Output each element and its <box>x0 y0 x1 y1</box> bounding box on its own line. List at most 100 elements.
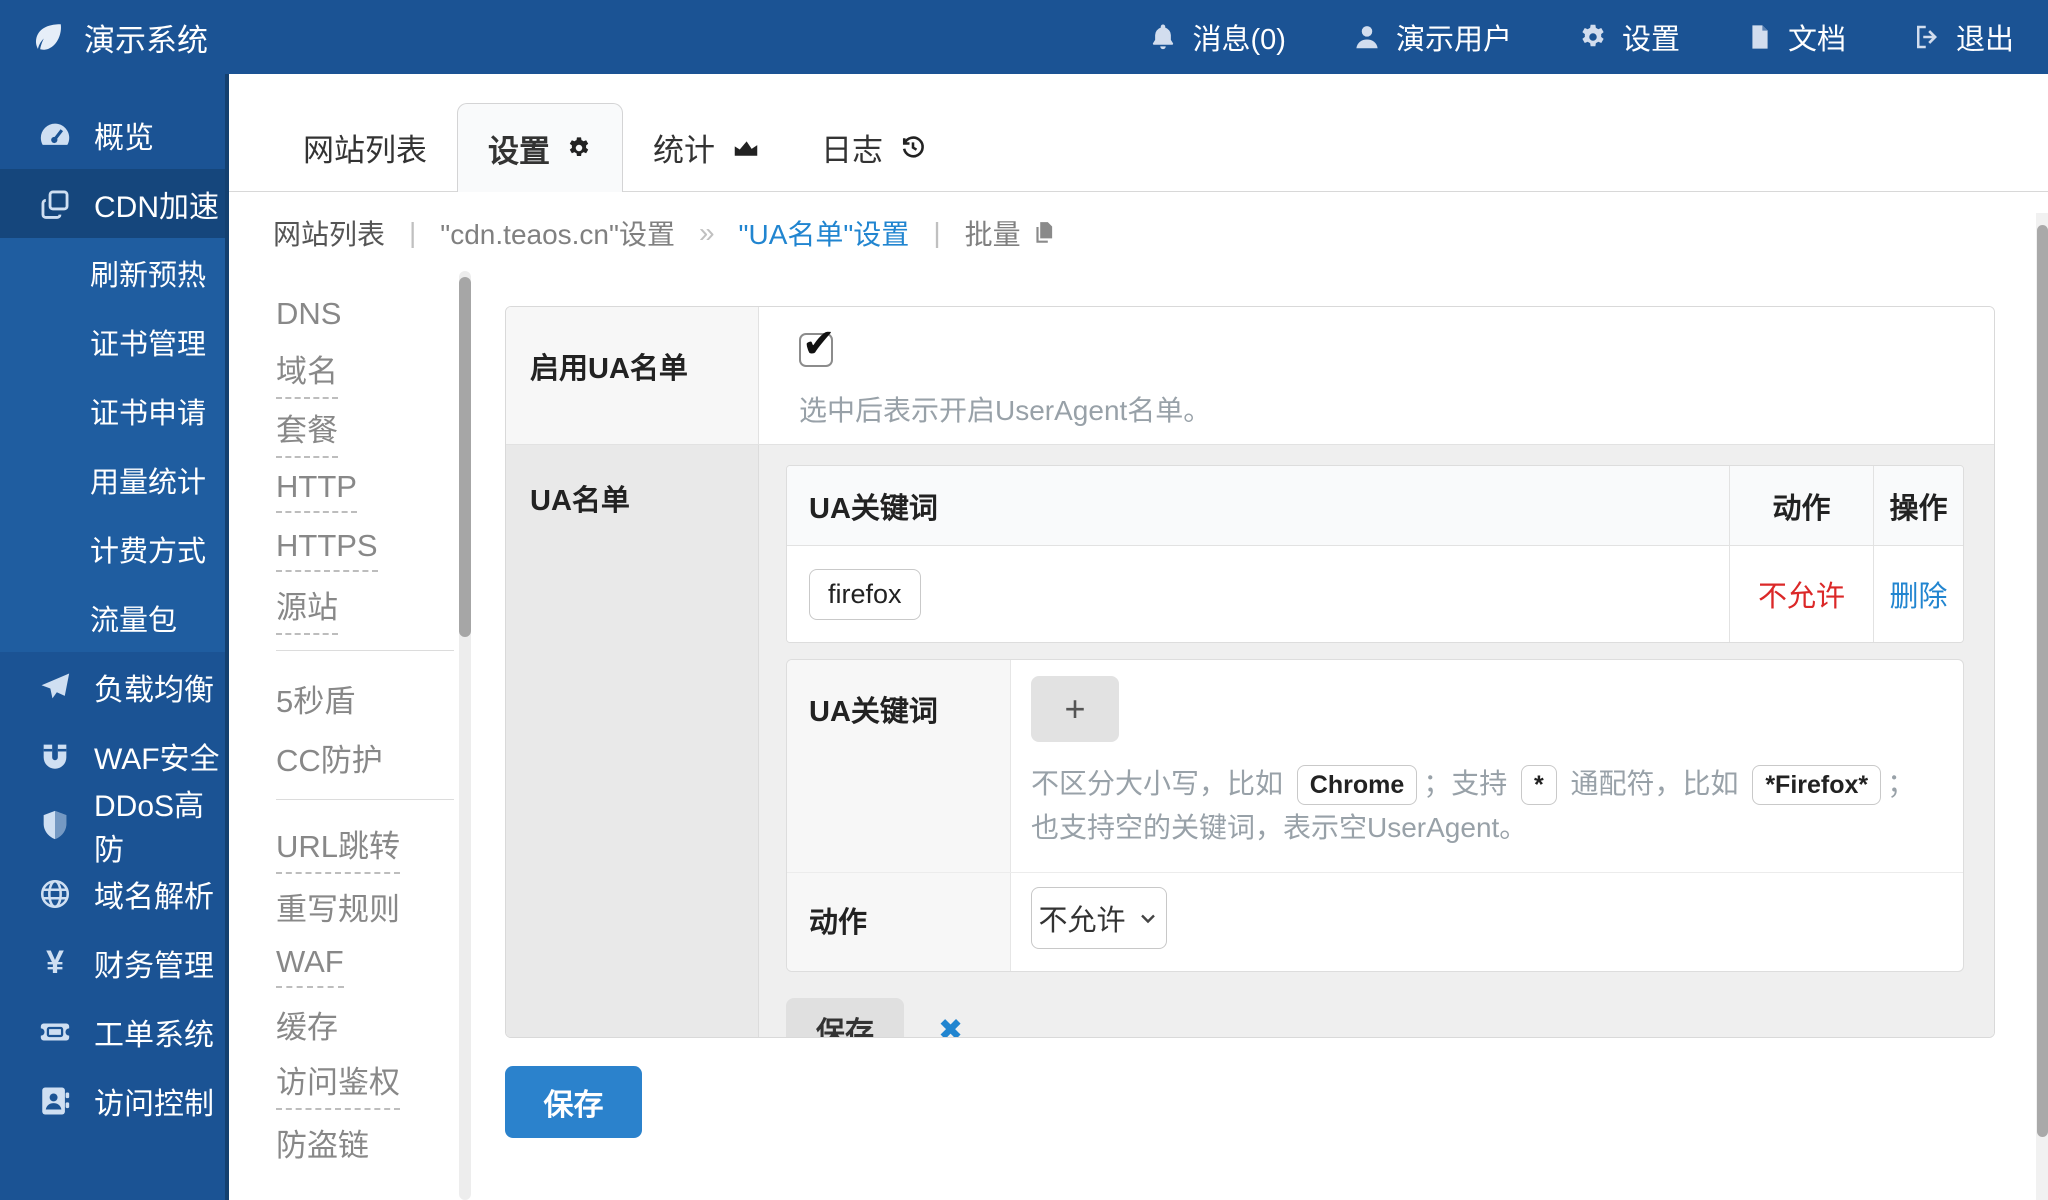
sidebar-item-loadbalancer[interactable]: 负载均衡 <box>0 652 225 721</box>
yen-icon: ¥ <box>38 944 72 981</box>
breadcrumb: 网站列表 | "cdn.teaos.cn"设置 » "UA名单"设置 | 批量 <box>273 208 1057 258</box>
sidebar-item-label: 工单系统 <box>94 1010 214 1054</box>
menu-item-https[interactable]: HTTPS <box>276 528 378 572</box>
magnet-icon <box>38 739 72 773</box>
example-tag: * <box>1521 765 1557 805</box>
sidebar-item-label: 访问控制 <box>94 1079 214 1123</box>
sidebar-item-finance[interactable]: ¥ 财务管理 <box>0 928 225 997</box>
settings-menu: DNS 域名 套餐 HTTP HTTPS 源站 5秒盾 CC防护 URL跳转 重… <box>276 284 458 1172</box>
menu-scrollbar[interactable] <box>459 271 471 1200</box>
menu-item-origin[interactable]: 源站 <box>276 582 338 635</box>
menu-item-domain[interactable]: 域名 <box>276 346 338 399</box>
close-editor-icon[interactable]: ✖ <box>938 1013 963 1039</box>
tab-label: 网站列表 <box>303 125 427 170</box>
page-scrollbar-thumb[interactable] <box>2037 225 2048 1137</box>
nav-docs[interactable]: 文档 <box>1746 16 1846 58</box>
paper-plane-icon <box>38 670 72 704</box>
document-icon <box>1746 22 1774 52</box>
sidebar-item-access-control[interactable]: 访问控制 <box>0 1066 225 1135</box>
menu-item-waf[interactable]: WAF <box>276 944 344 988</box>
nav-logout[interactable]: 退出 <box>1912 16 2014 58</box>
sidebar-submenu: 刷新预热 证书管理 证书申请 用量统计 计费方式 流量包 <box>0 238 225 652</box>
save-button[interactable]: 保存 <box>505 1066 642 1138</box>
menu-item-auth[interactable]: 访问鉴权 <box>276 1057 400 1110</box>
ua-list-row: UA名单 UA关键词 动作 操作 firefox 不允许 <box>506 444 1994 1037</box>
menu-item-cache[interactable]: 缓存 <box>276 1002 338 1047</box>
sidebar-item-tickets[interactable]: 工单系统 <box>0 997 225 1066</box>
nav-settings[interactable]: 设置 <box>1578 16 1680 58</box>
globe-icon <box>38 877 72 911</box>
tab-logs[interactable]: 日志 <box>791 103 957 191</box>
sidebar-subitem-cert-apply[interactable]: 证书申请 <box>0 376 225 445</box>
keyword-tag: firefox <box>809 569 921 620</box>
navbar-menu: 消息(0) 演示用户 设置 文档 <box>1148 16 2014 58</box>
chevron-down-icon <box>1136 906 1160 930</box>
enable-ua-hint: 选中后表示开启UserAgent名单。 <box>799 389 1994 433</box>
ua-list-label: UA名单 <box>506 445 759 1038</box>
col-keyword: UA关键词 <box>787 466 1729 545</box>
bell-icon <box>1148 22 1178 52</box>
add-keyword-button[interactable]: + <box>1031 676 1119 742</box>
col-op: 操作 <box>1873 466 1963 545</box>
sidebar-item-ddos[interactable]: DDoS高防 <box>0 790 225 859</box>
shield-icon <box>38 808 72 842</box>
menu-item-5s-shield[interactable]: 5秒盾 <box>276 676 355 721</box>
enable-ua-checkbox[interactable] <box>799 333 833 367</box>
action-select[interactable]: 不允许 <box>1031 887 1167 949</box>
menu-item-hotlink[interactable]: 防盗链 <box>276 1120 369 1165</box>
menu-item-http[interactable]: HTTP <box>276 469 357 513</box>
sidebar-subitem-refresh[interactable]: 刷新预热 <box>0 238 225 307</box>
nav-docs-label: 文档 <box>1788 16 1846 58</box>
brand[interactable]: 演示系统 <box>30 15 208 60</box>
breadcrumb-site-settings[interactable]: "cdn.teaos.cn"设置 <box>440 213 675 253</box>
sidebar-subitem-label: 用量统计 <box>90 459 206 501</box>
ua-table-header: UA关键词 动作 操作 <box>787 466 1963 546</box>
breadcrumb-separator: » <box>699 217 715 249</box>
page-scrollbar[interactable] <box>2036 213 2048 1200</box>
example-tag: Chrome <box>1297 765 1417 805</box>
gear-icon <box>566 135 592 161</box>
menu-item-rewrite[interactable]: 重写规则 <box>276 884 400 929</box>
menu-item-cc[interactable]: CC防护 <box>276 735 383 780</box>
tab-stats[interactable]: 统计 <box>623 103 791 191</box>
sidebar-subitem-usage[interactable]: 用量统计 <box>0 445 225 514</box>
breadcrumb-current[interactable]: "UA名单"设置 <box>739 213 910 253</box>
breadcrumb-sites[interactable]: 网站列表 <box>273 213 385 253</box>
menu-scrollbar-thumb[interactable] <box>459 277 471 637</box>
sidebar-item-label: 域名解析 <box>94 872 214 916</box>
sidebar-item-overview[interactable]: 概览 <box>0 100 225 169</box>
user-icon <box>1352 22 1382 52</box>
sidebar-item-dns-resolve[interactable]: 域名解析 <box>0 859 225 928</box>
editor-save-button[interactable]: 保存 <box>786 998 904 1038</box>
nav-user[interactable]: 演示用户 <box>1352 16 1512 58</box>
sidebar-subitem-billing[interactable]: 计费方式 <box>0 514 225 583</box>
sidebar-subitem-cert-manage[interactable]: 证书管理 <box>0 307 225 376</box>
sidebar-subitem-traffic-pack[interactable]: 流量包 <box>0 583 225 652</box>
menu-item-plan[interactable]: 套餐 <box>276 405 338 458</box>
nav-logout-label: 退出 <box>1956 16 2014 58</box>
sidebar-item-label: DDoS高防 <box>94 781 225 869</box>
action-select-value: 不允许 <box>1038 897 1125 939</box>
menu-item-url-redirect[interactable]: URL跳转 <box>276 821 400 874</box>
sidebar-item-cdn[interactable]: CDN加速 <box>0 169 225 238</box>
top-navbar: 演示系统 消息(0) 演示用户 设置 <box>0 0 2048 74</box>
menu-item-dns[interactable]: DNS <box>276 296 341 332</box>
sidebar-item-label: WAF安全 <box>94 734 220 778</box>
enable-ua-row: 启用UA名单 选中后表示开启UserAgent名单。 <box>506 307 1994 444</box>
tab-settings[interactable]: 设置 <box>457 103 623 192</box>
example-tag: *Firefox* <box>1752 765 1881 805</box>
tab-sites[interactable]: 网站列表 <box>273 103 457 191</box>
tab-label: 统计 <box>653 125 715 170</box>
ua-table-row: firefox 不允许 删除 <box>787 546 1963 642</box>
sidebar-subitem-label: 计费方式 <box>90 528 206 570</box>
clone-icon <box>38 187 72 221</box>
menu-divider <box>276 650 454 651</box>
chart-area-icon <box>731 132 761 162</box>
menu-divider <box>276 799 454 800</box>
copy-icon <box>1031 220 1057 246</box>
ua-list-table: UA关键词 动作 操作 firefox 不允许 删除 <box>786 465 1964 643</box>
ua-settings-form: 启用UA名单 选中后表示开启UserAgent名单。 UA名单 UA关键词 动作… <box>505 306 1995 1038</box>
nav-messages[interactable]: 消息(0) <box>1148 16 1285 58</box>
delete-link[interactable]: 删除 <box>1889 573 1947 615</box>
breadcrumb-batch[interactable]: 批量 <box>965 213 1057 253</box>
